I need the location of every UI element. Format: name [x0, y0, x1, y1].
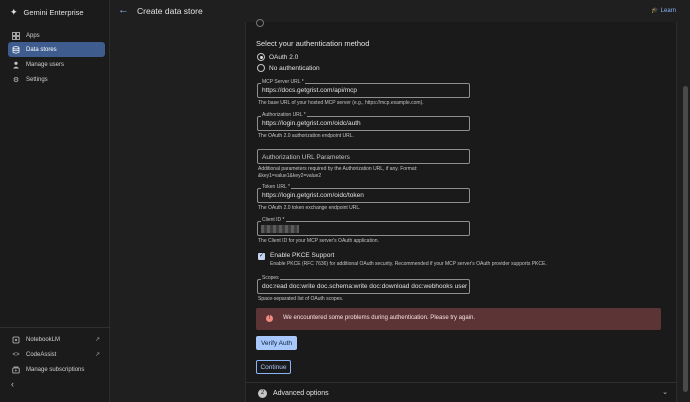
partial-radio — [256, 19, 264, 27]
field-placeholder: Authorization URL Parameters — [262, 153, 350, 161]
verify-auth-button[interactable]: Verify Auth — [256, 336, 297, 350]
sidebar-item-label: Manage subscriptions — [26, 366, 85, 373]
error-icon: ! — [266, 315, 273, 322]
help-line: &key1=value1&key2=value2 — [258, 173, 322, 179]
field-label: Token URL * — [261, 184, 291, 191]
sidebar-divider — [0, 327, 110, 328]
mcp-server-url-field[interactable]: MCP Server URL * https://docs.getgrist.c… — [257, 79, 470, 98]
grid-icon — [12, 31, 20, 40]
sidebar-item-label: Manage users — [26, 61, 65, 68]
form-panel — [245, 22, 677, 402]
pkce-checkbox[interactable]: ✓ — [258, 253, 265, 260]
app-name: Gemini Enterprise — [23, 7, 84, 17]
field-value[interactable]: doc:read doc:write doc.schema:write doc:… — [262, 283, 467, 290]
learn-label: Learn — [660, 7, 676, 14]
sidebar-item-label: CodeAssist — [26, 351, 57, 358]
mcp-server-url-help: The base URL of your hosted MCP server (… — [258, 100, 424, 106]
authorization-url-help: The OAuth 2.0 authorization endpoint URL… — [258, 133, 354, 139]
scopes-field[interactable]: Scopes doc:read doc:write doc.schema:wri… — [257, 275, 470, 294]
code-icon: <> — [12, 351, 20, 358]
token-url-field[interactable]: Token URL * https://login.getgrist.com/o… — [257, 184, 470, 203]
learn-link[interactable]: 🎓 Learn — [651, 7, 676, 15]
page-title: Create data store — [137, 6, 203, 16]
sidebar-item-manage-subscriptions[interactable]: Manage subscriptions — [8, 362, 105, 377]
field-label: MCP Server URL * — [261, 79, 305, 86]
client-id-help: The Client ID for your MCP server's OAut… — [258, 238, 379, 244]
advanced-options-label: Advanced options — [273, 389, 329, 397]
pkce-label: Enable PKCE Support — [270, 252, 335, 259]
field-label: Scopes — [261, 275, 280, 282]
sidebar-item-settings[interactable]: ⚙ Settings — [8, 72, 105, 87]
advanced-options-step[interactable]: 2 Advanced options ⌄ — [256, 388, 668, 400]
field-value[interactable]: https://docs.getgrist.com/api/mcp — [262, 87, 467, 94]
sidebar-item-label: NotebookLM — [26, 336, 61, 343]
field-value[interactable]: https://login.getgrist.com/oidc/token — [262, 192, 467, 199]
external-link-icon: ↗ — [94, 352, 100, 358]
divider — [246, 382, 677, 383]
external-link-icon: ↗ — [94, 337, 100, 343]
auth-section-title: Select your authentication method — [256, 39, 370, 48]
gear-icon: ⚙ — [12, 76, 20, 84]
help-line: Additional parameters required by the Au… — [258, 166, 418, 172]
field-value[interactable]: https://login.getgrist.com/oidc/auth — [262, 120, 467, 127]
back-arrow-icon[interactable]: ← — [118, 4, 129, 16]
client-id-field[interactable]: Client ID * — [257, 217, 470, 236]
collapse-sidebar-icon[interactable]: ‹ — [11, 379, 14, 389]
redacted-value — [261, 225, 299, 233]
scopes-help: Space-separated list of OAuth scopes. — [258, 296, 344, 302]
main-content: Select your authentication method OAuth … — [110, 19, 690, 402]
authorization-url-field[interactable]: Authorization URL * https://login.getgri… — [257, 112, 470, 131]
sidebar-item-label: Settings — [26, 76, 48, 83]
radio-button[interactable] — [257, 64, 265, 72]
sidebar-item-notebooklm[interactable]: NotebookLM ↗ — [8, 332, 105, 347]
radio-label: No authentication — [269, 64, 320, 72]
error-message: We encountered some problems during auth… — [283, 315, 476, 321]
authorization-params-field[interactable]: Authorization URL Parameters — [257, 149, 470, 164]
sparkle-icon: ✦ — [10, 6, 18, 17]
radio-button[interactable] — [257, 53, 265, 61]
continue-button[interactable]: Continue — [256, 360, 291, 374]
sidebar-item-data-stores[interactable]: Data stores — [8, 42, 105, 57]
notebook-icon — [12, 336, 20, 344]
header: ← Create data store 🎓 Learn — [110, 0, 690, 22]
error-banner: ! We encountered some problems during au… — [256, 308, 661, 330]
sidebar-item-label: Data stores — [26, 46, 57, 53]
radio-oauth[interactable]: OAuth 2.0 — [257, 53, 298, 61]
sidebar-item-codeassist[interactable]: <> CodeAssist ↗ — [8, 347, 105, 362]
sidebar: ✦ Gemini Enterprise Apps Data stores Man… — [0, 0, 110, 402]
sidebar-item-apps[interactable]: Apps — [8, 28, 105, 43]
sidebar-item-manage-users[interactable]: Manage users — [8, 57, 105, 72]
step-number: 2 — [258, 389, 267, 398]
pkce-description: Enable PKCE (RFC 7636) for additional OA… — [270, 261, 547, 267]
field-label: Authorization URL * — [261, 112, 307, 119]
radio-label: OAuth 2.0 — [269, 53, 299, 61]
field-label: Client ID * — [261, 217, 286, 224]
scrollbar-thumb[interactable] — [683, 86, 688, 392]
school-icon: 🎓 — [651, 8, 659, 14]
brand[interactable]: ✦ Gemini Enterprise — [10, 6, 84, 18]
authorization-params-help: Additional parameters required by the Au… — [258, 166, 458, 180]
subscriptions-icon — [12, 366, 20, 374]
database-icon — [12, 45, 20, 54]
radio-no-auth[interactable]: No authentication — [257, 64, 320, 72]
person-icon — [12, 61, 20, 69]
token-url-help: The OAuth 2.0 token exchange endpoint UR… — [258, 205, 361, 211]
sidebar-item-label: Apps — [26, 32, 40, 39]
chevron-down-icon[interactable]: ⌄ — [662, 388, 668, 396]
